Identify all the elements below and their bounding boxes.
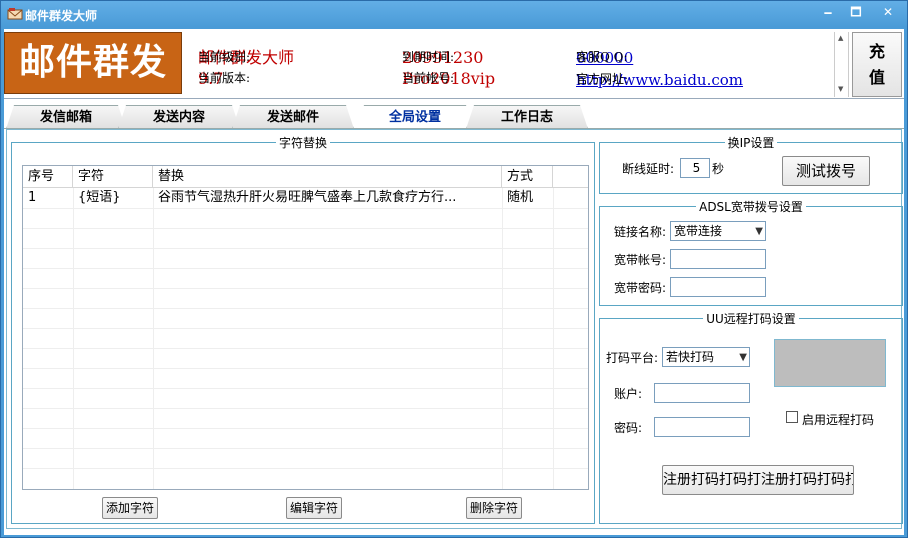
grid-line	[23, 348, 588, 349]
app-logo: 邮件群发	[4, 32, 182, 94]
adsl-legend: ADSL宽带拨号设置	[699, 200, 803, 214]
change-ip-group: 换IP设置 断线延时: 5 秒 测试拨号	[599, 134, 903, 194]
register-captcha-button[interactable]: 注册打码打码打注册打码打码打	[662, 465, 854, 495]
close-button[interactable]: ✕	[871, 3, 905, 21]
delay-unit: 秒	[712, 162, 725, 176]
col-header-mode[interactable]: 方式	[502, 166, 553, 188]
recharge-label-1: 充	[868, 42, 885, 61]
grid-line	[23, 468, 588, 469]
list-header: 序号 字符 替换 方式	[23, 166, 588, 188]
global-settings-panel: 字符替换 序号 字符 替换 方式 1 {短语} 谷雨节气湿热升肝火易旺脾气盛奉上…	[6, 129, 903, 529]
change-ip-legend: 换IP设置	[727, 136, 775, 150]
info-level-version: 当前级别: 邮件群发大师 当前版本: 9.7	[198, 47, 294, 89]
adsl-password-label: 宽带密码:	[614, 281, 667, 295]
grid-line	[23, 268, 588, 269]
adsl-password-input[interactable]	[670, 277, 766, 297]
tab-send-mail[interactable]: 发送邮件	[232, 105, 354, 129]
cell-char: {短语}	[78, 190, 121, 205]
col-header-no[interactable]: 序号	[23, 166, 73, 188]
uu-captcha-group: UU远程打码设置 打码平台: 若快打码 ▼ 账户: 密码: 启用远程打码 注册打…	[599, 310, 903, 524]
grid-line	[23, 428, 588, 429]
tab-sender-mailbox[interactable]: 发信邮箱	[6, 105, 126, 129]
platform-value: 若快打码	[666, 350, 715, 364]
window-title: 邮件群发大师	[25, 9, 98, 23]
chevron-down-icon: ▼	[739, 352, 747, 363]
grid-line	[73, 188, 74, 489]
add-char-button[interactable]: 添加字符	[102, 497, 158, 519]
qq-label: 客服Q Q:	[576, 50, 628, 64]
captcha-preview	[774, 339, 886, 387]
minimize-button[interactable]: 🗕	[815, 3, 841, 21]
grid-line	[23, 228, 588, 229]
tab-work-log[interactable]: 工作日志	[466, 105, 588, 129]
grid-line	[23, 208, 588, 209]
grid-line	[23, 388, 588, 389]
test-dial-button[interactable]: 测试拨号	[782, 156, 870, 186]
edit-char-button[interactable]: 编辑字符	[286, 497, 342, 519]
grid-line	[23, 368, 588, 369]
grid-line	[23, 288, 588, 289]
link-name-select[interactable]: 宽带连接 ▼	[670, 221, 766, 241]
platform-select[interactable]: 若快打码 ▼	[662, 347, 750, 367]
chevron-down-icon: ▼	[755, 226, 763, 237]
grid-line	[553, 188, 554, 489]
col-header-replace[interactable]: 替换	[153, 166, 502, 188]
recharge-button[interactable]: 充 值	[852, 32, 902, 97]
enable-remote-label: 启用远程打码	[802, 413, 875, 427]
col-header-char[interactable]: 字符	[73, 166, 153, 188]
site-label: 官方网址:	[576, 72, 629, 86]
char-replace-legend: 字符替换	[278, 136, 327, 150]
link-name-label: 链接名称:	[614, 225, 667, 239]
banner-scrollbar[interactable]: ▲ ▼	[834, 32, 849, 97]
uu-legend: UU远程打码设置	[706, 312, 796, 326]
expire-label: 到期时间:	[402, 50, 455, 64]
uu-account-input[interactable]	[654, 383, 750, 403]
char-replace-group: 字符替换 序号 字符 替换 方式 1 {短语} 谷雨节气湿热升肝火易旺脾气盛奉上…	[11, 134, 595, 524]
uu-account-label: 账户:	[614, 387, 643, 401]
grid-line	[502, 188, 503, 489]
client-area: 邮件群发 当前级别: 邮件群发大师 当前版本: 9.7 到期时间: 20991230 …	[4, 29, 904, 535]
header-banner: 邮件群发 当前级别: 邮件群发大师 当前版本: 9.7 到期时间: 20991230 …	[4, 29, 904, 99]
scroll-up-icon[interactable]: ▲	[838, 34, 843, 42]
delay-label: 断线延时:	[622, 162, 675, 176]
cell-no: 1	[28, 190, 37, 205]
link-name-value: 宽带连接	[674, 224, 723, 238]
app-window: 邮件群发大师 🗕 🗖 ✕ 邮件群发 当前级别: 邮件群发大师 当前版本: 9.7 到…	[0, 0, 908, 538]
recharge-label-2: 值	[868, 68, 885, 87]
grid-line	[23, 248, 588, 249]
scroll-down-icon[interactable]: ▼	[838, 85, 843, 93]
info-contact: 客服Q Q: 000000 官方网址: http://www.baidu.com	[576, 47, 743, 91]
delay-input[interactable]: 5	[680, 158, 710, 178]
grid-line	[23, 328, 588, 329]
delete-char-button[interactable]: 删除字符	[466, 497, 522, 519]
uu-password-label: 密码:	[614, 421, 643, 435]
grid-line	[153, 188, 154, 489]
replace-list[interactable]: 序号 字符 替换 方式 1 {短语} 谷雨节气湿热升肝火易旺脾气盛奉上几款食疗方…	[22, 165, 589, 490]
tab-bar: 发信邮箱 发送内容 发送邮件 全局设置 工作日志	[4, 105, 904, 129]
title-bar[interactable]: 邮件群发大师 🗕 🗖 ✕	[1, 1, 907, 27]
account-label: 当前帐号:	[402, 71, 455, 85]
adsl-account-label: 宽带帐号:	[614, 253, 667, 267]
grid-line	[23, 408, 588, 409]
cell-mode: 随机	[507, 190, 534, 205]
uu-password-input[interactable]	[654, 417, 750, 437]
table-row[interactable]: 1 {短语} 谷雨节气湿热升肝火易旺脾气盛奉上几款食疗方行... 随机	[23, 188, 588, 208]
info-expire-account: 到期时间: 20991230 当前帐号: Pro2018vip	[402, 47, 495, 89]
level-label: 当前级别:	[198, 50, 251, 64]
tab-send-content[interactable]: 发送内容	[118, 105, 240, 129]
grid-line	[23, 448, 588, 449]
adsl-group: ADSL宽带拨号设置 链接名称: 宽带连接 ▼ 宽带帐号: 宽带密码:	[599, 198, 903, 306]
maximize-button[interactable]: 🗖	[843, 3, 869, 21]
platform-label: 打码平台:	[606, 351, 659, 365]
envelope-icon	[7, 8, 23, 20]
adsl-account-input[interactable]	[670, 249, 766, 269]
version-label: 当前版本:	[198, 71, 251, 85]
cell-replace: 谷雨节气湿热升肝火易旺脾气盛奉上几款食疗方行...	[158, 190, 457, 205]
enable-remote-checkbox[interactable]	[786, 411, 798, 423]
grid-line	[23, 308, 588, 309]
